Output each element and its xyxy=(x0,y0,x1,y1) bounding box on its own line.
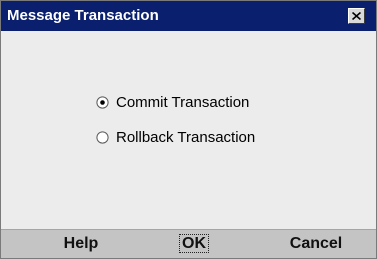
ok-button-label: OK xyxy=(179,234,209,253)
rollback-transaction-label: Rollback Transaction xyxy=(116,129,256,146)
cancel-button-label: Cancel xyxy=(289,235,343,252)
commit-radio-button[interactable] xyxy=(96,96,109,109)
help-button-label: Help xyxy=(63,235,99,252)
rollback-radio-button[interactable] xyxy=(96,131,109,144)
close-icon xyxy=(352,12,361,20)
dialog-title: Message Transaction xyxy=(7,7,159,24)
button-bar: Help OK Cancel xyxy=(1,229,376,258)
commit-transaction-label: Commit Transaction xyxy=(116,94,250,111)
help-button[interactable]: Help xyxy=(36,230,126,258)
message-transaction-dialog: Message Transaction Commit Transaction R… xyxy=(0,0,377,259)
ok-button[interactable]: OK xyxy=(164,230,224,258)
cancel-button[interactable]: Cancel xyxy=(266,230,366,258)
title-bar[interactable]: Message Transaction xyxy=(1,1,376,31)
close-button[interactable] xyxy=(348,8,365,24)
